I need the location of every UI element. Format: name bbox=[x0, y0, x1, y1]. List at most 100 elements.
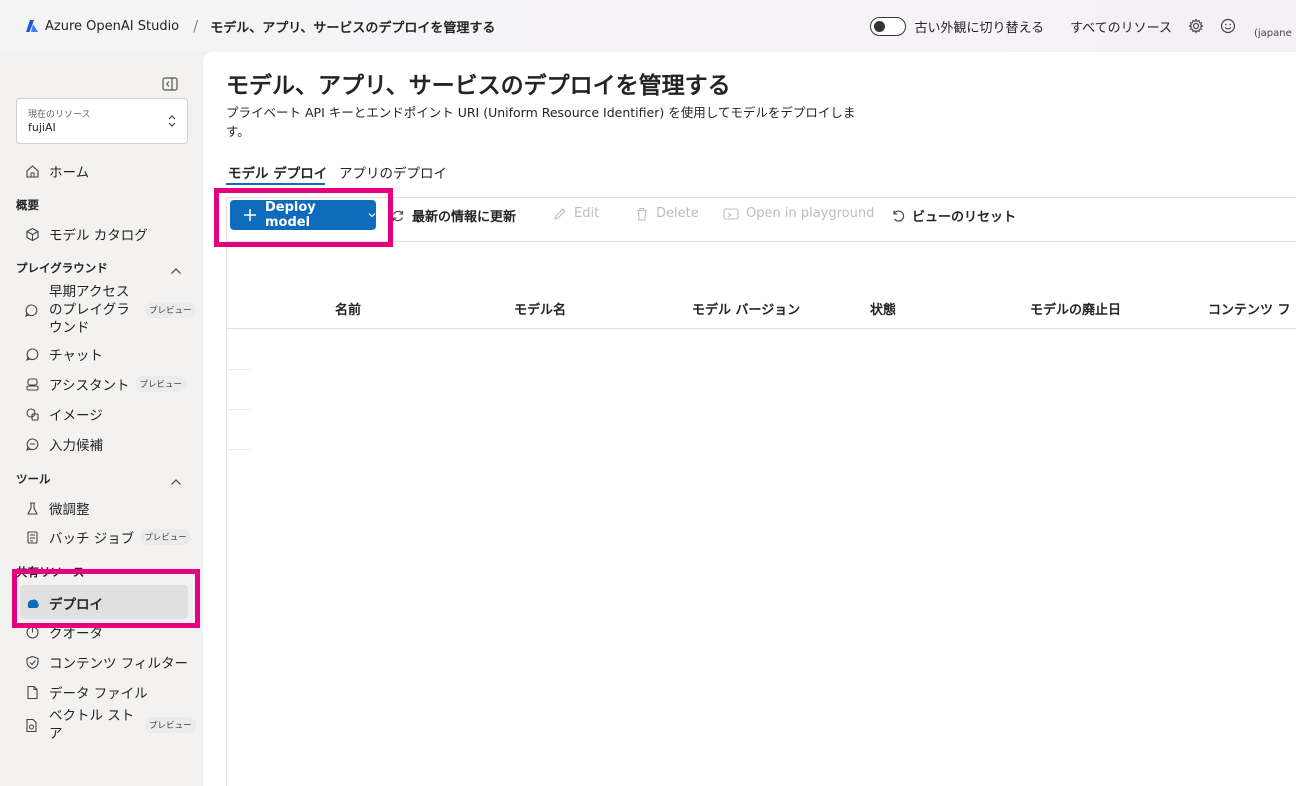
sidebar-item-label: ベクトル ストア bbox=[49, 708, 135, 742]
deployments-table bbox=[226, 242, 1296, 786]
batch-jobs-icon bbox=[24, 529, 41, 546]
main-content: モデル、アプリ、サービスのデプロイを管理する プライベート API キーとエンド… bbox=[203, 52, 1296, 786]
reset-view-label: ビューのリセット bbox=[912, 210, 1017, 225]
sidebar-item-label: モデル カタログ bbox=[49, 228, 148, 244]
sidebar-item-fine-tuning[interactable]: 微調整 bbox=[24, 498, 90, 518]
sidebar-item-quota[interactable]: クオータ bbox=[24, 622, 103, 642]
sidebar-item-batch-jobs[interactable]: バッチ ジョブ プレビュー bbox=[24, 527, 191, 547]
sidebar-item-label: クオータ bbox=[49, 626, 103, 642]
settings-icon[interactable] bbox=[1188, 18, 1204, 34]
deployments-icon bbox=[24, 595, 41, 612]
open-in-playground-label: Open in playground bbox=[746, 206, 875, 221]
current-resource-label: 現在のリソース bbox=[28, 110, 91, 120]
table-header-divider bbox=[226, 328, 1296, 329]
sidebar-item-label: チャット bbox=[49, 348, 103, 364]
sidebar-item-image[interactable]: イメージ bbox=[24, 404, 103, 424]
pencil-icon bbox=[553, 207, 567, 221]
chevron-up-icon[interactable] bbox=[170, 471, 182, 490]
quota-icon bbox=[24, 624, 41, 641]
column-header-model-version[interactable]: モデル バージョン bbox=[692, 299, 800, 318]
tab-model-deployments[interactable]: モデル デプロイ bbox=[228, 162, 327, 182]
image-icon bbox=[24, 406, 41, 423]
sidebar-item-label: アシスタント bbox=[49, 378, 130, 394]
column-header-state[interactable]: 状態 bbox=[870, 299, 896, 318]
old-appearance-toggle[interactable] bbox=[870, 16, 907, 36]
smiley-icon[interactable] bbox=[1220, 18, 1236, 34]
sidebar-item-label: デプロイ bbox=[49, 597, 103, 613]
tab-app-deployments[interactable]: アプリのデプロイ bbox=[339, 162, 447, 182]
sidebar-item-label: 早期アクセスのプレイグラウンド bbox=[49, 284, 130, 336]
sidebar-item-deployments[interactable]: デプロイ bbox=[24, 593, 103, 613]
sidebar-item-label: イメージ bbox=[49, 408, 103, 424]
column-header-retirement-date[interactable]: モデルの廃止日 bbox=[1030, 299, 1121, 318]
active-tab-indicator bbox=[226, 183, 325, 185]
azure-openai-logo-icon bbox=[26, 20, 38, 32]
top-bar: Azure OpenAI Studio / モデル、アプリ、サービスのデプロイを… bbox=[0, 0, 1296, 52]
chevron-up-down-icon bbox=[167, 113, 177, 133]
sidebar-item-vector-store[interactable]: ベクトル ストア プレビュー bbox=[24, 707, 196, 743]
page-title: モデル、アプリ、サービスのデプロイを管理する bbox=[226, 73, 731, 99]
open-in-playground-button[interactable]: Open in playground bbox=[723, 206, 874, 221]
column-header-name[interactable]: 名前 bbox=[335, 299, 361, 318]
edit-button[interactable]: Edit bbox=[553, 206, 599, 221]
breadcrumb-separator: / bbox=[193, 17, 199, 35]
preview-badge: プレビュー bbox=[135, 376, 186, 392]
vector-store-icon bbox=[24, 718, 41, 733]
sidebar-item-chat[interactable]: チャット bbox=[24, 344, 103, 364]
sidebar-item-label: ホーム bbox=[49, 165, 90, 181]
breadcrumb-current-page: モデル、アプリ、サービスのデプロイを管理する bbox=[210, 20, 496, 36]
refresh-label: 最新の情報に更新 bbox=[412, 210, 517, 225]
column-header-model-name[interactable]: モデル名 bbox=[514, 299, 566, 318]
cube-icon bbox=[24, 226, 41, 243]
sidebar: 現在のリソース fujiAI ホーム 概要 モデル カタログ プレイグラウンド … bbox=[0, 52, 203, 786]
current-resource-selector[interactable]: 現在のリソース fujiAI bbox=[16, 98, 188, 144]
user-account[interactable]: (japane bbox=[1254, 28, 1296, 39]
chevron-up-icon[interactable] bbox=[170, 260, 182, 279]
trash-icon bbox=[635, 207, 649, 221]
chevron-down-icon bbox=[368, 212, 376, 218]
deploy-model-button[interactable]: Deploy model bbox=[230, 200, 376, 230]
file-icon bbox=[24, 684, 41, 701]
section-playground: プレイグラウンド bbox=[16, 261, 108, 275]
sidebar-item-data-files[interactable]: データ ファイル bbox=[24, 682, 148, 702]
sidebar-item-content-filters[interactable]: コンテンツ フィルター bbox=[24, 652, 188, 672]
chat-bubble-icon bbox=[24, 303, 41, 318]
sidebar-item-label: バッチ ジョブ bbox=[49, 531, 135, 547]
completions-icon bbox=[24, 436, 41, 453]
sidebar-item-label: コンテンツ フィルター bbox=[49, 656, 189, 672]
preview-badge: プレビュー bbox=[140, 529, 191, 545]
refresh-icon bbox=[391, 209, 405, 223]
brand[interactable]: Azure OpenAI Studio bbox=[25, 19, 179, 34]
delete-button[interactable]: Delete bbox=[635, 206, 699, 221]
current-resource-value: fujiAI bbox=[28, 121, 56, 134]
plus-icon bbox=[243, 208, 257, 222]
delete-label: Delete bbox=[656, 206, 699, 221]
sidebar-item-label: 微調整 bbox=[49, 502, 90, 518]
section-shared-resources: 共有リソース bbox=[16, 565, 85, 579]
section-tools: ツール bbox=[16, 472, 51, 486]
undo-icon bbox=[891, 209, 905, 223]
sidebar-item-completions[interactable]: 入力候補 bbox=[24, 434, 103, 454]
collapse-sidebar-icon[interactable] bbox=[162, 76, 178, 91]
shield-check-icon bbox=[24, 654, 41, 671]
reset-view-button[interactable]: ビューのリセット bbox=[891, 206, 1016, 225]
page-description: プライベート API キーとエンドポイント URI (Uniform Resou… bbox=[226, 105, 856, 139]
sidebar-item-model-catalog[interactable]: モデル カタログ bbox=[24, 224, 148, 244]
all-resources-link[interactable]: すべてのリソース bbox=[1070, 17, 1172, 36]
sidebar-item-early-access-playground[interactable]: 早期アクセスのプレイグラウンド プレビュー bbox=[24, 283, 196, 337]
section-overview: 概要 bbox=[16, 198, 39, 212]
sidebar-item-label: データ ファイル bbox=[49, 686, 148, 702]
app-name: Azure OpenAI Studio bbox=[45, 18, 180, 34]
sidebar-item-assistant[interactable]: アシスタント プレビュー bbox=[24, 374, 186, 394]
assistant-icon bbox=[24, 376, 41, 393]
sidebar-item-home[interactable]: ホーム bbox=[24, 161, 89, 181]
flask-icon bbox=[24, 500, 41, 517]
table-row-divider bbox=[226, 449, 253, 450]
playground-icon bbox=[723, 207, 739, 221]
old-appearance-label: 古い外観に切り替える bbox=[914, 20, 1045, 36]
table-row-divider bbox=[226, 369, 253, 370]
edit-label: Edit bbox=[574, 206, 600, 221]
preview-badge: プレビュー bbox=[145, 717, 196, 733]
refresh-button[interactable]: 最新の情報に更新 bbox=[391, 206, 516, 225]
column-header-content-filter[interactable]: コンテンツ フ bbox=[1208, 299, 1291, 318]
